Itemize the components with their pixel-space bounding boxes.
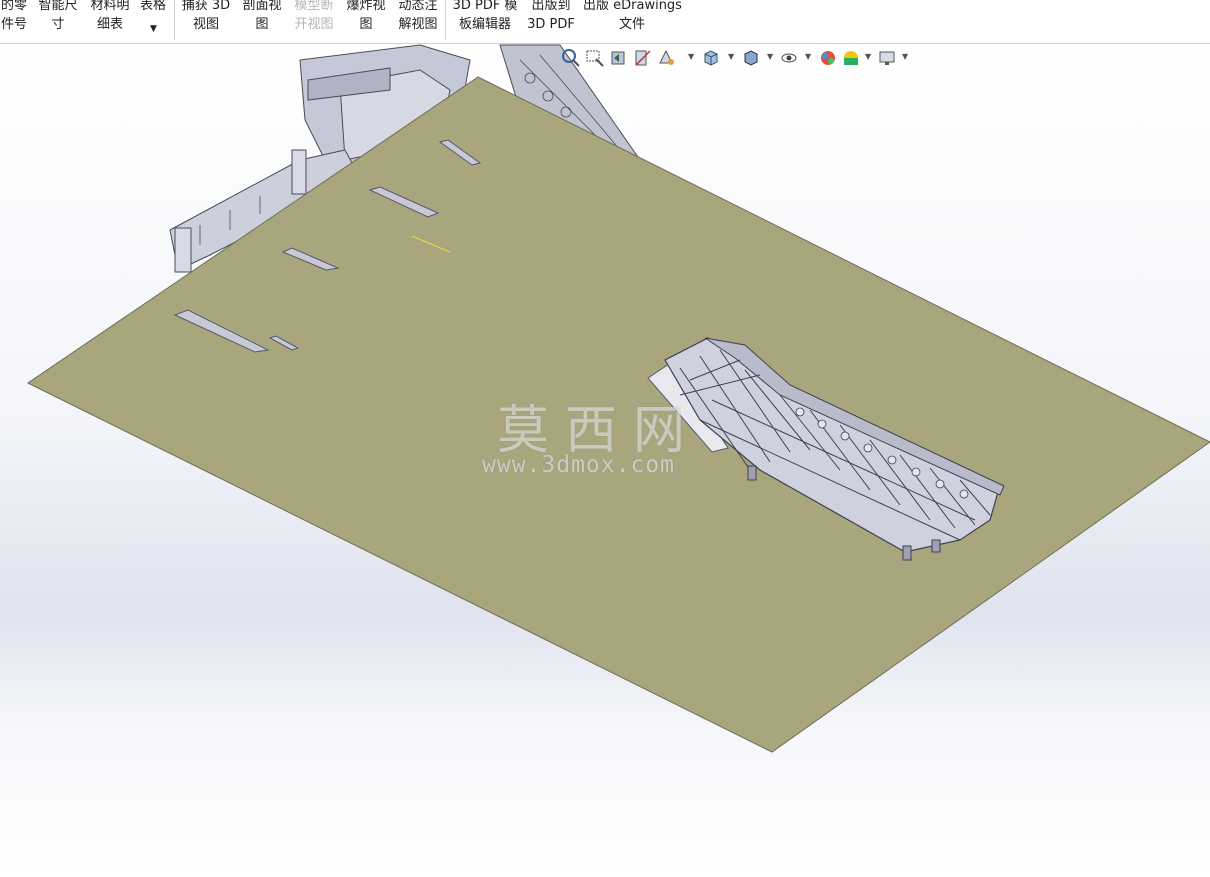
ribbon-label-line2: 细表 [96,17,123,32]
dropdown-caret-icon[interactable]: ▼ [728,52,734,61]
ribbon-label-line2: 视图 [192,17,219,32]
ribbon-label-line1: 出版到 [531,0,571,13]
zoom-fit-icon[interactable] [560,47,582,69]
ribbon-button-publish-3d-pdf[interactable]: 出版到 3D PDF [526,0,576,34]
ribbon-label-line1: 动态注 [398,0,438,13]
ribbon-button-capture-3d-view[interactable]: 捕获 3D 视图 [180,0,232,34]
zoom-area-icon[interactable] [584,47,606,69]
ribbon-label-line2: 解视图 [398,17,438,32]
ribbon-label-line1: 剖面视 [242,0,282,13]
ribbon-label-line2: 件号 [0,17,27,32]
display-style-icon[interactable] [740,47,762,69]
previous-view-icon[interactable] [608,47,630,69]
tables-dropdown-arrow-icon[interactable]: ▼ [150,24,157,34]
ribbon-button-model-break-view: 模型断 开视图 [292,0,336,34]
dropdown-caret-icon[interactable]: ▼ [902,52,908,61]
ribbon-button-smart-dimension[interactable]: 智能尺 寸 [36,0,80,34]
hide-show-items-icon[interactable] [778,47,800,69]
dynamic-annotation-icon[interactable] [656,47,678,69]
ribbon-label-line2: 板编辑器 [458,17,511,32]
ribbon-button-3d-pdf-template-editor[interactable]: 3D PDF 模 板编辑器 [451,0,519,34]
ribbon-label-line2: 文件 [618,17,645,32]
ribbon-label-line1: 材料明 [90,0,130,13]
ribbon-button-exploded-view[interactable]: 爆炸视 图 [344,0,388,34]
ribbon-label-line2: 图 [255,17,269,32]
ribbon-button-dynamic-annotation-views[interactable]: 动态注 解视图 [396,0,440,34]
ribbon-label-line1: 爆炸视 [346,0,386,13]
ribbon-label-line1: 智能尺 [38,0,78,13]
ribbon-label-line2: 图 [359,17,373,32]
watermark-url: www.3dmox.com [482,452,676,478]
ribbon-label-line1: 3D PDF 模 [452,0,518,13]
ribbon-button-section-view[interactable]: 剖面视 图 [240,0,284,34]
ribbon-label-line1: 模型断 [294,0,334,13]
apply-scene-icon[interactable] [840,47,862,69]
ribbon-label-line1: 表格 [139,0,166,13]
ribbon-label-line2: 3D PDF [527,17,575,32]
ribbon-separator [174,0,175,40]
ribbon-button-tables[interactable]: 表格 [138,0,168,15]
edit-appearance-icon[interactable] [817,47,839,69]
view-settings-icon[interactable] [876,47,898,69]
ribbon-label-line1: 出版 eDrawings [583,0,682,13]
ribbon-label-line1: 捕获 3D [181,0,231,13]
dropdown-caret-icon[interactable]: ▼ [865,52,871,61]
ribbon-separator [445,0,446,40]
dropdown-caret-icon[interactable]: ▼ [688,52,694,61]
ribbon-label-line1: 的零 [0,0,27,13]
ribbon-label-line2: 寸 [51,17,65,32]
dropdown-caret-icon[interactable]: ▼ [767,52,773,61]
view-orientation-icon[interactable] [700,47,722,69]
section-view-icon[interactable] [632,47,654,69]
ribbon-button-balloon[interactable]: 的零 件号 [0,0,30,34]
dropdown-caret-icon[interactable]: ▼ [805,52,811,61]
ribbon-label-line2: 开视图 [294,17,334,32]
command-manager-ribbon: 的零 件号 智能尺 寸 材料明 细表 表格 ▼ 捕获 3D 视图 剖面视 图 模… [0,0,1210,44]
ribbon-button-bill-of-materials[interactable]: 材料明 细表 [88,0,132,34]
ribbon-button-publish-edrawings[interactable]: 出版 eDrawings 文件 [583,0,682,34]
